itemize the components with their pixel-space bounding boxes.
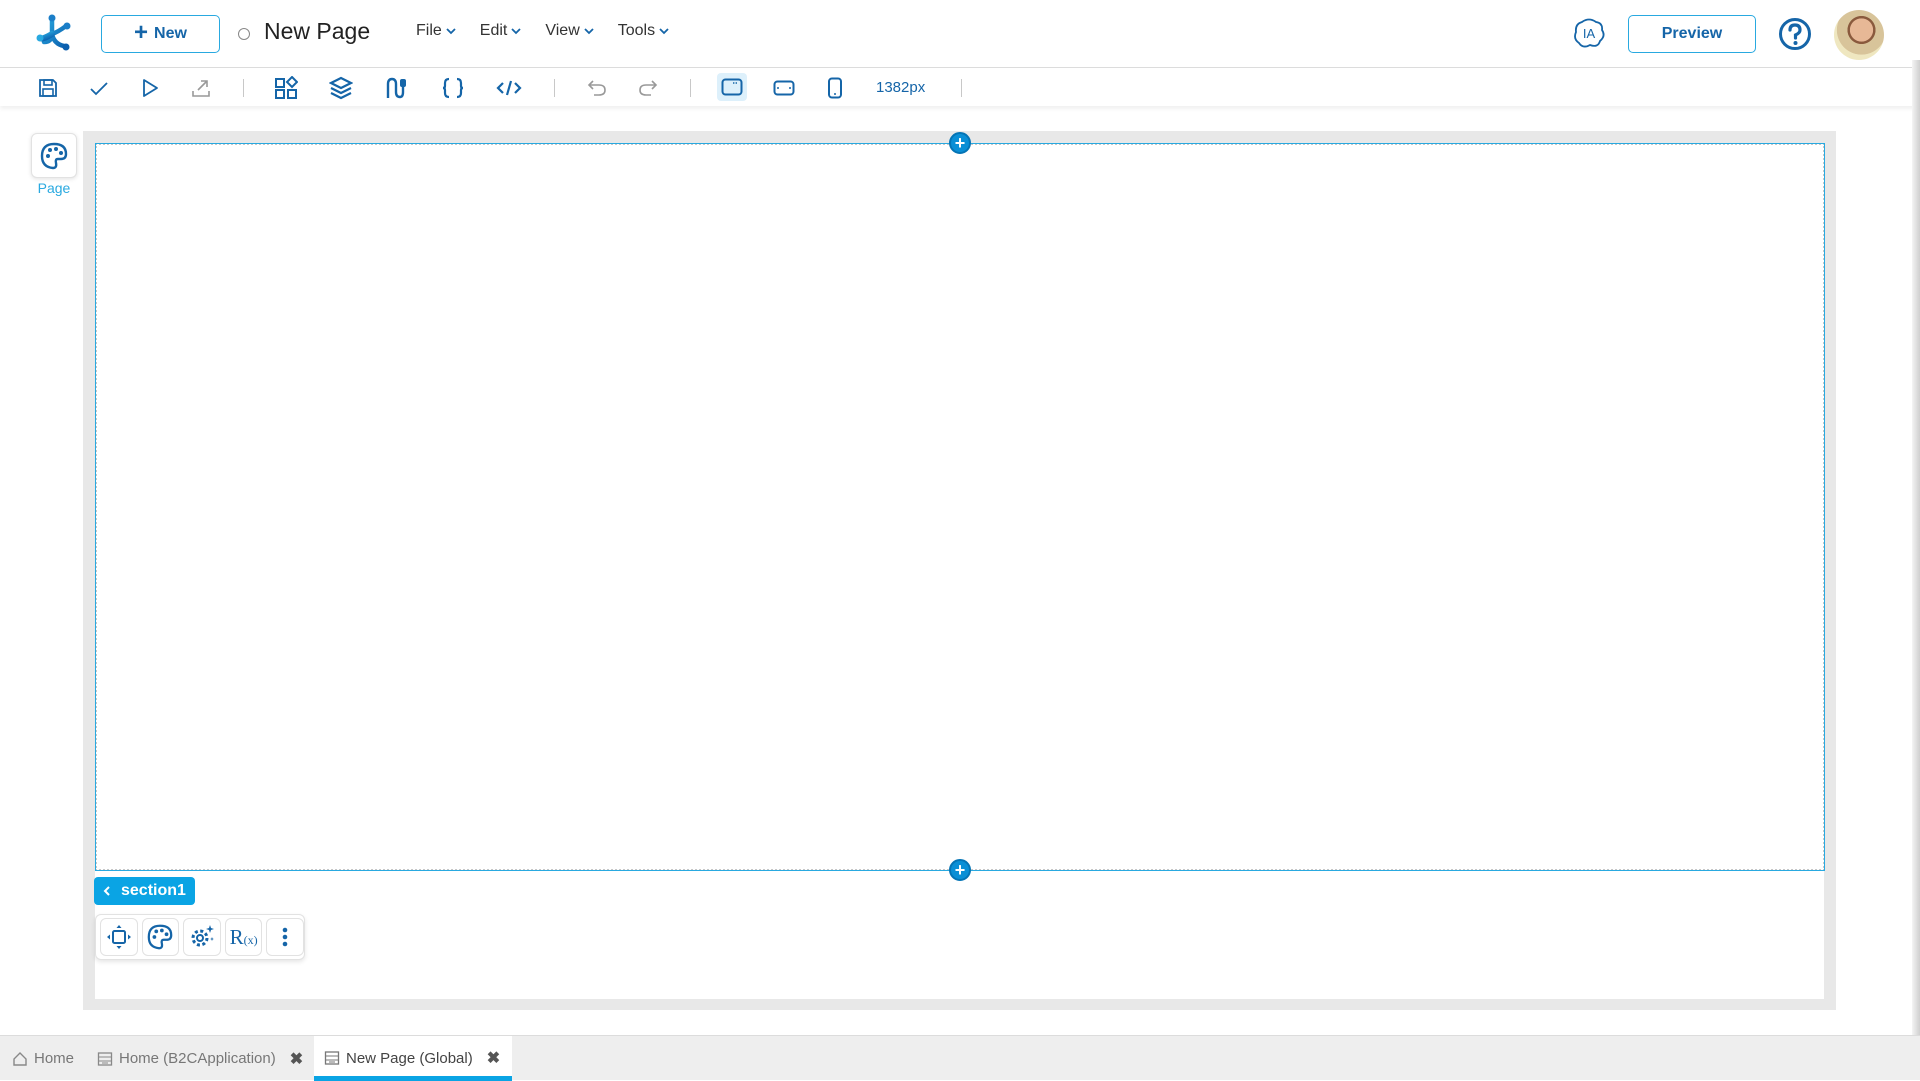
page-title: New Page xyxy=(264,18,371,44)
check-icon[interactable] xyxy=(86,75,112,101)
more-vertical-icon xyxy=(282,927,288,947)
page-panel-label: Page xyxy=(37,180,71,196)
menu-file[interactable]: File xyxy=(416,22,456,40)
menu-bar: File Edit View Tools xyxy=(416,22,693,40)
menu-edit[interactable]: Edit xyxy=(480,22,522,40)
canvas-width-label: 1382px xyxy=(876,79,926,96)
svg-text:IA: IA xyxy=(1583,26,1596,41)
vertical-scrollbar[interactable] xyxy=(1912,60,1920,1035)
app-logo-icon[interactable] xyxy=(34,12,76,56)
toolbar-divider xyxy=(243,79,244,97)
chevron-down-icon xyxy=(511,28,521,35)
unsaved-status-icon xyxy=(238,28,250,40)
tablet-view-icon[interactable] xyxy=(771,75,797,101)
undo-icon[interactable] xyxy=(584,75,610,101)
palette-icon xyxy=(40,142,68,169)
style-button[interactable] xyxy=(141,918,180,956)
rules-button[interactable]: R(x) xyxy=(224,918,263,956)
add-section-below-button[interactable]: + xyxy=(949,859,971,881)
section-selector-tag[interactable]: section1 xyxy=(94,877,195,905)
menu-tools-label: Tools xyxy=(617,22,656,39)
user-avatar[interactable] xyxy=(1834,10,1884,60)
more-options-button[interactable] xyxy=(266,918,304,956)
document-tabs: Home Home (B2CApplication) ✖ New Page (G… xyxy=(0,1035,1920,1081)
flows-icon[interactable] xyxy=(383,75,409,101)
menu-edit-label: Edit xyxy=(479,22,508,39)
plus-icon: + xyxy=(954,860,966,880)
section-container[interactable] xyxy=(95,143,1825,871)
app-header: + New New Page File Edit View Tools IA P… xyxy=(0,0,1920,68)
mobile-view-icon[interactable] xyxy=(822,75,848,101)
layers-icon[interactable] xyxy=(328,75,354,101)
move-button[interactable] xyxy=(100,918,138,956)
menu-view-label: View xyxy=(545,22,580,39)
page-icon xyxy=(97,1051,113,1066)
rules-icon: R(x) xyxy=(229,924,258,949)
widgets-icon[interactable] xyxy=(273,75,299,101)
close-tab-icon[interactable]: ✖ xyxy=(290,1049,303,1069)
toolbar-divider xyxy=(554,79,555,97)
close-tab-icon[interactable]: ✖ xyxy=(487,1048,500,1068)
page-icon xyxy=(324,1051,340,1065)
editor-toolbar: 1382px xyxy=(0,69,1920,106)
help-icon[interactable] xyxy=(1778,17,1812,51)
palette-icon xyxy=(148,924,173,950)
code-icon[interactable] xyxy=(496,75,522,101)
settings-button[interactable] xyxy=(183,918,221,956)
tab-new-page-global[interactable]: New Page (Global) ✖ xyxy=(314,1036,513,1081)
add-section-above-button[interactable]: + xyxy=(949,132,971,154)
section-action-bar: R(x) xyxy=(95,914,305,960)
tab-home[interactable]: Home xyxy=(12,1036,74,1081)
menu-tools[interactable]: Tools xyxy=(618,22,669,40)
play-icon[interactable] xyxy=(137,75,163,101)
menu-file-label: File xyxy=(416,22,442,39)
chevron-down-icon xyxy=(659,28,669,35)
ia-assistant-icon[interactable]: IA xyxy=(1572,16,1606,50)
save-icon[interactable] xyxy=(35,75,61,101)
new-button[interactable]: + New xyxy=(101,15,220,53)
settings-ai-icon xyxy=(191,925,214,947)
plus-icon: + xyxy=(134,19,149,46)
toolbar-divider xyxy=(961,79,962,97)
plus-icon: + xyxy=(954,133,966,153)
home-icon xyxy=(13,1051,27,1066)
move-icon xyxy=(106,925,131,949)
chevron-down-icon xyxy=(584,28,594,35)
section-name: section1 xyxy=(121,882,186,899)
tab-label: Home xyxy=(34,1050,75,1067)
desktop-view-icon[interactable] xyxy=(717,73,747,101)
tab-label: New Page (Global) xyxy=(346,1049,473,1067)
page-properties-button[interactable] xyxy=(31,133,77,178)
chevron-down-icon xyxy=(446,28,456,35)
chevron-left-icon xyxy=(103,886,110,896)
toolbar-divider xyxy=(690,79,691,97)
new-button-label: New xyxy=(154,25,187,42)
tab-label: Home (B2CApplication) xyxy=(119,1050,276,1067)
export-icon[interactable] xyxy=(188,75,214,101)
tab-home-b2capplication[interactable]: Home (B2CApplication) ✖ xyxy=(97,1036,303,1081)
menu-view[interactable]: View xyxy=(545,22,594,40)
redo-icon[interactable] xyxy=(635,75,661,101)
preview-button[interactable]: Preview xyxy=(1628,15,1756,53)
braces-icon[interactable] xyxy=(440,75,466,101)
